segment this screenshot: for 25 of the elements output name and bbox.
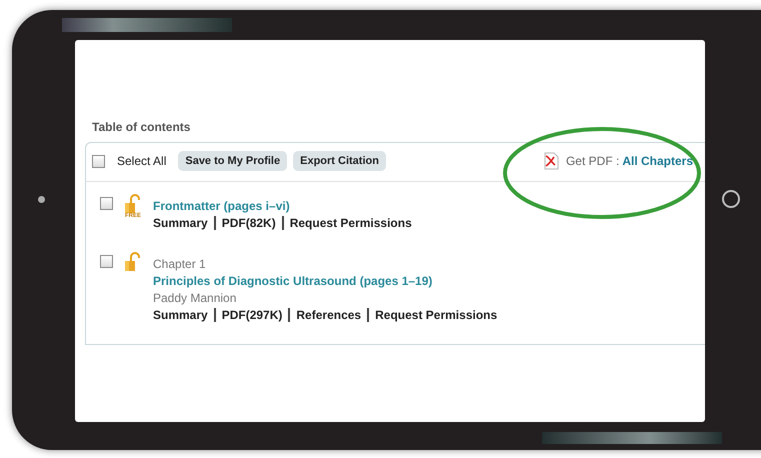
checkbox[interactable] xyxy=(100,255,113,268)
entry-link[interactable]: PDF(82K) xyxy=(214,216,282,230)
entry-link[interactable]: PDF(297K) xyxy=(214,308,288,322)
home-button[interactable] xyxy=(722,190,740,208)
entry-link[interactable]: Request Permissions xyxy=(282,216,418,230)
select-all-label: Select All xyxy=(117,154,166,168)
entry-link[interactable]: Summary xyxy=(153,308,214,322)
entry-link[interactable]: References xyxy=(288,308,368,322)
camera-dot xyxy=(38,196,45,203)
entry-link[interactable]: Request Permissions xyxy=(367,308,504,322)
toolbar-button[interactable]: Save to My Profile xyxy=(178,151,288,171)
chapter-title-link[interactable]: Principles of Diagnostic Ultrasound (pages 1–19) xyxy=(153,274,504,288)
toolbar-button[interactable]: Export Citation xyxy=(293,151,386,171)
entry-link[interactable]: Summary xyxy=(153,216,214,230)
checkbox[interactable] xyxy=(100,197,113,210)
checkbox[interactable] xyxy=(92,154,105,168)
get-pdf-label: Get PDF : xyxy=(566,154,620,168)
chapter-number: Chapter 1 xyxy=(153,257,207,271)
author-name: Paddy Mannion xyxy=(153,291,238,305)
unlocked-padlock-icon xyxy=(125,252,141,272)
pdf-file-icon xyxy=(542,152,560,170)
chapter-title-link[interactable]: Frontmatter (pages i–vi) xyxy=(153,199,418,213)
unlocked-padlock-icon xyxy=(125,194,141,214)
section-title: Table of contents xyxy=(92,120,192,134)
all-chapters-link[interactable]: All Chapters xyxy=(622,154,693,168)
